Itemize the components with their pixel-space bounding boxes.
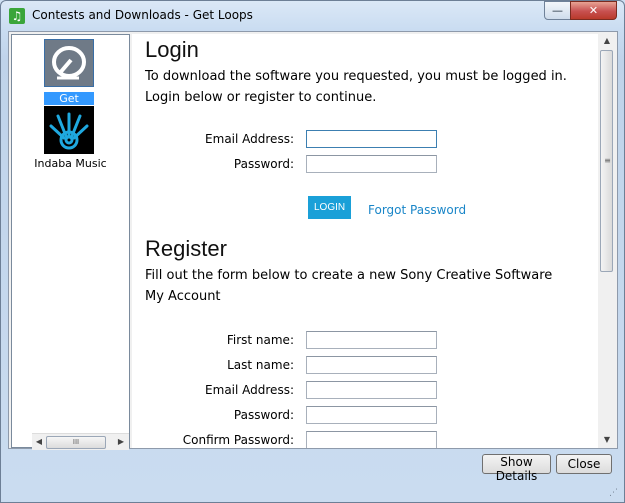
resize-grip-icon[interactable]: ⋰ [609,487,621,499]
sidebar-item-get-loops[interactable]: Get Loops [44,92,94,118]
register-email-field[interactable] [306,381,437,399]
sidebar-horizontal-scrollbar[interactable]: ◀ III ▶ [32,433,129,450]
scroll-right-arrow-icon[interactable]: ▶ [114,435,128,449]
first-name-label: First name: [226,333,294,347]
confirm-password-label: Confirm Password: [182,433,294,447]
indaba-logo-icon[interactable] [44,106,94,154]
last-name-field[interactable] [306,356,437,374]
minimize-button[interactable]: — [544,1,571,20]
close-button[interactable]: Close [556,454,612,474]
scroll-grip-icon: ≡ [604,156,611,165]
login-email-field[interactable] [306,130,437,148]
login-button[interactable]: LOGIN [308,196,351,219]
first-name-field[interactable] [306,331,437,349]
content-vertical-scrollbar[interactable]: ▲ ≡ ▼ [599,34,615,448]
close-window-button[interactable]: ✕ [570,1,617,20]
login-password-field[interactable] [306,155,437,173]
vertical-scroll-thumb[interactable]: ≡ [600,50,613,272]
login-heading: Login [145,37,199,62]
title-bar: ♫ Contests and Downloads - Get Loops — ✕ [1,1,624,31]
forgot-password-link[interactable]: Forgot Password [368,203,466,217]
email-label: Email Address: [205,132,294,146]
register-heading: Register [145,236,227,261]
password-label: Password: [233,157,294,171]
register-password-field[interactable] [306,406,437,424]
last-name-label: Last name: [227,358,294,372]
show-details-button[interactable]: Show Details [482,454,551,483]
register-intro: Fill out the form below to create a new … [145,268,553,304]
register-password-label: Password: [233,408,294,422]
scroll-up-arrow-icon[interactable]: ▲ [600,34,614,48]
sidebar: Get Loops Indaba Music ◀ [11,34,130,450]
window-title: Contests and Downloads - Get Loops [32,8,253,22]
scroll-down-arrow-icon[interactable]: ▼ [600,433,614,447]
horizontal-scroll-thumb[interactable]: III [46,436,106,449]
app-window: ♫ Contests and Downloads - Get Loops — ✕… [0,0,625,503]
scroll-left-arrow-icon[interactable]: ◀ [32,435,46,449]
content-panel: Login To download the software you reque… [132,34,598,448]
client-area: Get Loops Indaba Music ◀ [8,31,618,450]
sidebar-item-indaba-music[interactable]: Indaba Music [12,157,129,170]
register-email-label: Email Address: [205,383,294,397]
confirm-password-field[interactable] [306,431,437,448]
login-intro: To download the software you requested, … [145,69,567,105]
music-note-icon: ♫ [9,8,25,24]
get-loops-logo-icon[interactable] [44,39,94,87]
